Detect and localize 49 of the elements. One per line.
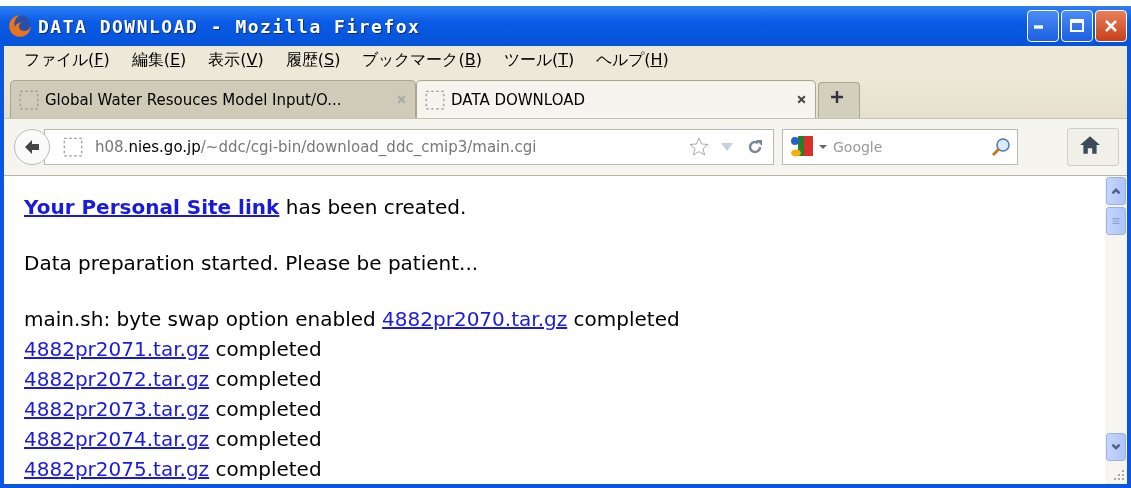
status-label: completed (572, 307, 680, 331)
file-link[interactable]: 4882pr2074.tar.gz (24, 427, 210, 451)
file-link[interactable]: 4882pr2070.tar.gz (382, 307, 568, 331)
home-button[interactable] (1067, 128, 1119, 166)
maximize-button[interactable] (1061, 10, 1093, 42)
close-button[interactable] (1095, 10, 1127, 42)
search-input[interactable]: Google (831, 138, 987, 156)
status-label: completed (214, 367, 322, 391)
menu-item[interactable]: ツール(T) (503, 49, 575, 71)
status-label: completed (214, 427, 322, 451)
search-field[interactable]: Google (782, 129, 1018, 165)
star-icon[interactable] (689, 137, 709, 157)
menu-item[interactable]: ヘルプ(H) (596, 49, 669, 71)
log-text: main.sh: byte swap option enabled (24, 307, 377, 331)
new-tab-button[interactable] (818, 82, 860, 118)
menu-item[interactable]: 履歴(S) (285, 49, 341, 71)
resize-grip-icon[interactable] (1113, 468, 1125, 480)
scrollbar[interactable] (1105, 176, 1127, 484)
file-link[interactable]: 4882pr2073.tar.gz (24, 397, 210, 421)
page-icon (19, 89, 39, 110)
close-tab-icon[interactable] (796, 94, 807, 105)
caret-icon[interactable] (819, 143, 827, 151)
status-label: completed (214, 397, 322, 421)
page-icon (425, 89, 445, 110)
file-link[interactable]: 4882pr2075.tar.gz (24, 457, 210, 481)
status-label: completed (214, 457, 322, 481)
status-text: Data preparation started. Please be patient... (24, 250, 480, 277)
file-link[interactable]: 4882pr2072.tar.gz (24, 367, 210, 391)
personal-site-link[interactable]: Your Personal Site link (24, 195, 280, 219)
tab[interactable]: DATA DOWNLOAD (416, 80, 816, 118)
menu-item[interactable]: 編集(E) (131, 49, 187, 71)
menu-item[interactable]: ブックマーク(B) (362, 49, 482, 71)
menu-item[interactable]: 表示(V) (208, 49, 264, 71)
minimize-button[interactable] (1027, 10, 1059, 42)
search-icon[interactable] (991, 137, 1011, 157)
address-bar[interactable]: h08.nies.go.jp/~ddc/cgi-bin/download_ddc_cmip3/main.cgi (44, 129, 774, 165)
file-link[interactable]: 4882pr2071.tar.gz (24, 337, 210, 361)
page-icon (63, 137, 83, 157)
menu-item[interactable]: ファイル(F) (24, 49, 110, 71)
minimize-icon (1034, 25, 1043, 29)
window-title: DATA DOWNLOAD - Mozilla Firefox (38, 15, 422, 37)
notice-text: Your Personal Site link has been created. (24, 194, 468, 221)
back-button[interactable] (14, 129, 50, 165)
firefox-logo-icon (8, 14, 32, 38)
home-icon (1079, 134, 1101, 156)
plus-icon (829, 89, 845, 105)
url-text: h08.nies.go.jp/~ddc/cgi-bin/download_ddc_cmip3/main.cgi (95, 138, 538, 156)
status-label: completed (214, 337, 322, 361)
tab[interactable]: Global Water Resouces Model Input/O... (10, 80, 416, 118)
